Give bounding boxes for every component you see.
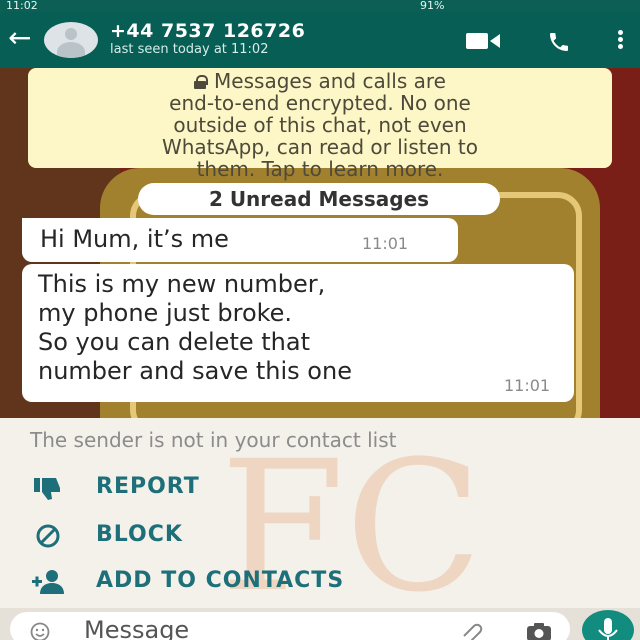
message-bubble[interactable]: This is my new number, my phone just bro… [22,264,574,402]
block-icon [36,524,60,548]
thumbs-down-icon [34,478,60,500]
status-bar: 11:02 91% [0,0,640,12]
message-time: 11:01 [362,234,409,253]
encryption-line-4: WhatsApp, can read or listen to [161,135,479,159]
status-time: 11:02 [6,0,38,12]
back-arrow-icon[interactable]: ← [8,24,31,52]
camera-icon[interactable] [526,622,552,640]
chat-area: Messages and calls are end-to-end encryp… [0,68,640,418]
message-input[interactable] [84,616,444,640]
unknown-sender-panel: FC The sender is not in your contact lis… [0,418,640,608]
encryption-line-2: end-to-end encrypted. No one [169,91,471,115]
report-label: REPORT [96,474,200,499]
block-button[interactable]: BLOCK [0,516,640,556]
encryption-notice[interactable]: Messages and calls are end-to-end encryp… [28,68,612,180]
message-composer [0,608,640,640]
sender-not-in-contacts-notice: The sender is not in your contact list [30,428,397,452]
chat-header: ← +44 7537 126726 last seen today at 11:… [0,12,640,68]
message-time: 11:01 [504,376,551,395]
more-options-icon[interactable] [616,28,624,54]
encryption-line-1: Messages and calls are [28,70,612,92]
message-bubble[interactable]: Hi Mum, it’s me 11:01 [22,218,458,262]
message-input-bar [10,612,570,640]
avatar[interactable] [44,22,98,58]
mic-icon [598,618,618,640]
battery-level: 91% [420,0,445,12]
add-contact-icon [32,570,64,594]
add-to-contacts-button[interactable]: ADD TO CONTACTS [0,562,640,602]
voice-call-icon[interactable] [546,30,572,54]
last-seen-status: last seen today at 11:02 [110,42,269,57]
message-text: This is my new number, my phone just bro… [38,270,352,385]
encryption-line-5: them. Tap to learn more. [196,157,444,181]
add-to-contacts-label: ADD TO CONTACTS [96,568,345,593]
encryption-line-3: outside of this chat, not even [173,113,467,137]
unread-messages-label: 2 Unread Messages [138,183,500,215]
mic-button[interactable] [582,610,634,640]
message-text: Hi Mum, it’s me [40,225,229,253]
block-label: BLOCK [96,522,183,547]
contact-name[interactable]: +44 7537 126726 [110,20,305,42]
attach-icon[interactable] [458,622,486,640]
report-button[interactable]: REPORT [0,468,640,508]
lock-icon [194,75,209,89]
emoji-icon[interactable] [30,622,50,640]
video-call-icon[interactable] [466,32,500,50]
